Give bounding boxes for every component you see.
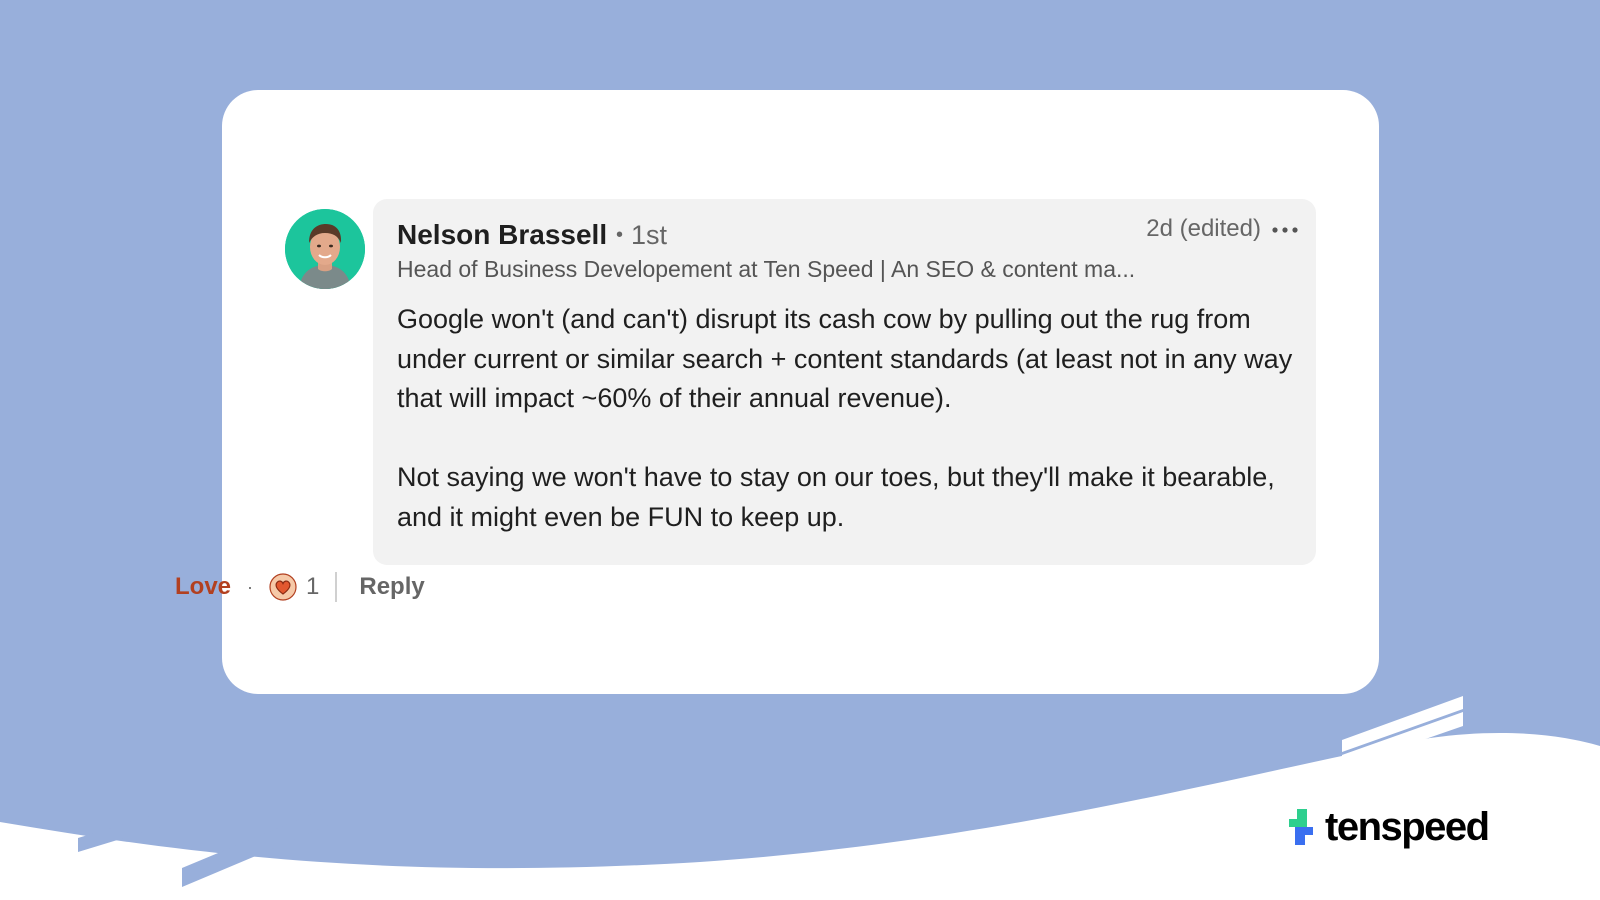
more-options-button[interactable] [1270,217,1300,243]
brand-logo: tenspeed [1289,805,1490,849]
reaction-button[interactable]: Love [175,573,231,601]
author-headline: Head of Business Developement at Ten Spe… [397,256,1136,282]
connection-label: 1st [631,220,668,250]
reply-button[interactable]: Reply [359,573,424,601]
comment-timestamp: 2d (edited) [1146,215,1261,242]
comment-bubble: Nelson Brassell • 1st 2d (edited) Head of… [373,199,1316,565]
comment-paragraph: Google won't (and can't) disrupt its cas… [397,304,1293,413]
brand-wordmark: tenspeed [1325,805,1490,849]
action-divider [335,572,338,602]
profile-photo [285,209,365,289]
tenspeed-logo-icon [1289,809,1313,845]
connection-degree: • 1st [616,220,667,251]
reaction-count[interactable]: 1 [306,573,319,601]
heart-reaction-icon[interactable] [269,573,297,601]
avatar[interactable] [285,209,365,289]
stage: Nelson Brassell • 1st 2d (edited) Head of… [0,0,1600,900]
dot-separator: · [247,576,254,597]
comment-paragraph: Not saying we won't have to stay on our … [397,462,1275,532]
author-name[interactable]: Nelson Brassell [397,219,607,251]
comment-actions: Love · 1 Reply [175,570,425,604]
ellipsis-icon [1272,227,1298,233]
comment-text: Google won't (and can't) disrupt its cas… [397,300,1297,537]
bullet-separator: • [616,224,624,246]
